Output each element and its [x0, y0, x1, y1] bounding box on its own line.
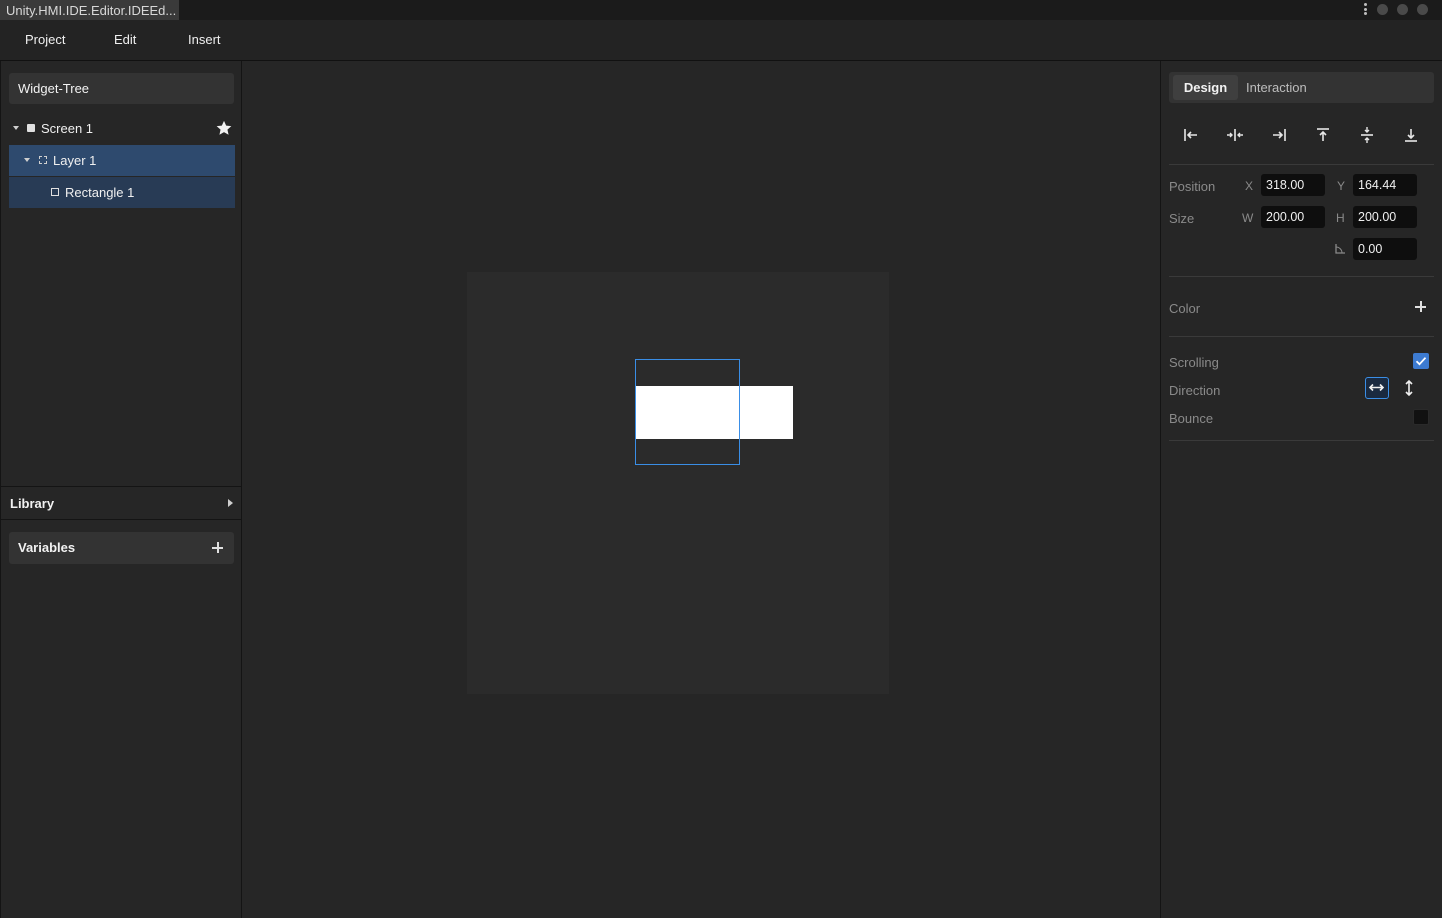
tree-item-layer-1[interactable]: Layer 1: [9, 145, 235, 176]
chevron-right-icon[interactable]: [228, 499, 233, 507]
w-label: W: [1242, 211, 1254, 225]
size-width-input[interactable]: [1261, 206, 1325, 228]
align-top-icon[interactable]: [1314, 126, 1332, 144]
menu-project[interactable]: Project: [25, 32, 65, 47]
bounce-checkbox[interactable]: [1413, 409, 1429, 425]
inspector-panel: Design Interaction Position X Y Size W H: [1160, 61, 1442, 918]
scrolling-label: Scrolling: [1169, 355, 1219, 370]
library-title[interactable]: Library: [10, 496, 54, 511]
divider: [1169, 440, 1434, 441]
divider: [1169, 336, 1434, 337]
checkmark-icon: [1415, 357, 1427, 366]
minimize-button[interactable]: [1377, 4, 1388, 15]
align-left-icon[interactable]: [1182, 126, 1200, 144]
alignment-toolbar: [1169, 119, 1434, 151]
canvas[interactable]: [242, 61, 1160, 918]
divider: [1, 519, 242, 520]
align-bottom-icon[interactable]: [1402, 126, 1420, 144]
arrow-up-down-icon: [1405, 379, 1413, 397]
align-center-horizontal-icon[interactable]: [1226, 126, 1244, 144]
direction-horizontal-button[interactable]: [1365, 377, 1389, 399]
left-panel: Widget-Tree Screen 1 Layer 1 Rectangle 1…: [0, 61, 242, 918]
more-options-icon[interactable]: [1360, 2, 1370, 16]
variables-title: Variables: [18, 540, 76, 555]
tab-interaction[interactable]: Interaction: [1246, 75, 1307, 100]
position-x-input[interactable]: [1261, 174, 1325, 196]
variables-header: Variables: [9, 532, 234, 564]
menu-edit[interactable]: Edit: [114, 32, 136, 47]
tree-item-label: Layer 1: [53, 153, 97, 168]
rotation-icon: [1335, 244, 1345, 254]
y-label: Y: [1337, 179, 1346, 193]
rectangle-icon: [51, 188, 59, 196]
arrow-left-right-icon: [1368, 383, 1385, 392]
menu-insert[interactable]: Insert: [188, 32, 221, 47]
add-variable-icon[interactable]: [212, 542, 223, 553]
inspector-tabs: Design Interaction: [1169, 72, 1434, 103]
size-label: Size: [1169, 211, 1195, 226]
bounce-label: Bounce: [1169, 411, 1214, 426]
align-center-vertical-icon[interactable]: [1358, 126, 1376, 144]
direction-label: Direction: [1169, 383, 1221, 398]
screen-icon: [27, 124, 35, 132]
tab-design[interactable]: Design: [1173, 75, 1238, 100]
close-button[interactable]: [1417, 4, 1428, 15]
layer-icon: [39, 156, 47, 164]
add-color-icon[interactable]: [1415, 301, 1426, 312]
position-y-input[interactable]: [1353, 174, 1417, 196]
layer-selection-outline[interactable]: [635, 359, 740, 465]
divider: [1, 486, 242, 487]
window-title-tab[interactable]: Unity.HMI.IDE.Editor.IDEEd...: [0, 0, 179, 20]
maximize-button[interactable]: [1397, 4, 1408, 15]
position-label: Position: [1169, 179, 1216, 194]
x-label: X: [1245, 179, 1254, 193]
tree-item-label: Screen 1: [41, 121, 94, 136]
tree-item-screen-1[interactable]: Screen 1: [9, 113, 235, 144]
color-label: Color: [1169, 301, 1201, 316]
star-icon[interactable]: [215, 119, 233, 137]
align-right-icon[interactable]: [1270, 126, 1288, 144]
direction-vertical-button[interactable]: [1397, 377, 1421, 399]
screen-artboard[interactable]: [467, 272, 889, 694]
menu-bar: Project Edit Insert: [0, 20, 1442, 61]
expand-caret-icon[interactable]: [13, 126, 19, 130]
rotation-input[interactable]: [1353, 238, 1417, 260]
title-bar: Unity.HMI.IDE.Editor.IDEEd...: [0, 0, 1442, 20]
h-label: H: [1336, 211, 1345, 225]
scrolling-checkbox[interactable]: [1413, 353, 1429, 369]
tree-item-rectangle-1[interactable]: Rectangle 1: [9, 177, 235, 208]
widget-tree-header: Widget-Tree: [9, 73, 234, 104]
expand-caret-icon[interactable]: [24, 158, 30, 162]
divider: [1169, 164, 1434, 165]
size-height-input[interactable]: [1353, 206, 1417, 228]
tree-item-label: Rectangle 1: [65, 185, 135, 200]
divider: [1169, 276, 1434, 277]
